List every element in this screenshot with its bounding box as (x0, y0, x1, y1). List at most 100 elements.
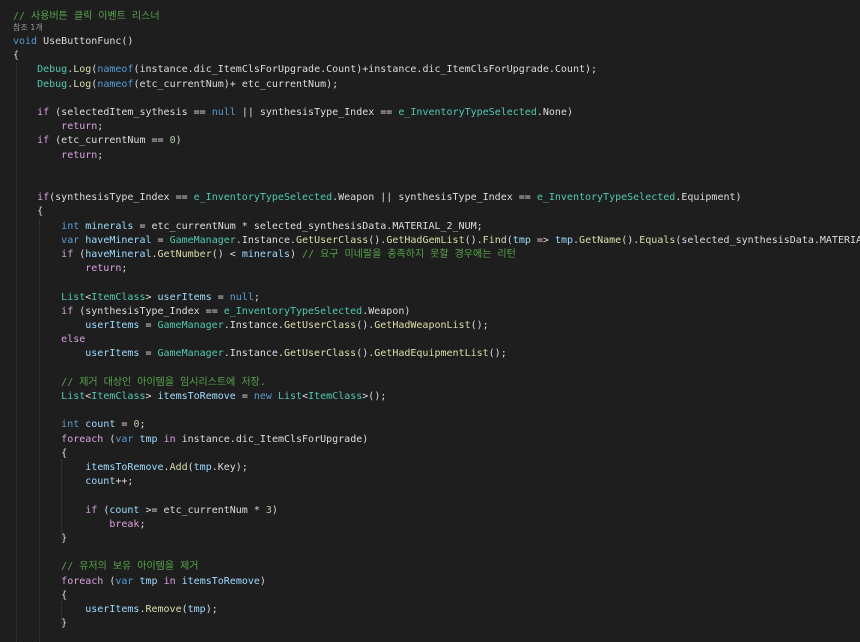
code-token: ) (175, 135, 182, 147)
code-line[interactable]: userItems = GameManager.Instance.GetUser… (13, 319, 488, 333)
code-line[interactable]: if (etc_currentNum == 0) (13, 134, 182, 148)
code-token: ) (290, 249, 303, 260)
code-token: .Equipment) (675, 192, 742, 204)
code-token: instance.dic_ItemClsForUpgrade) (175, 433, 369, 445)
code-line[interactable]: foreach (var tmp in instance.dic_ItemCls… (13, 433, 368, 447)
code-line[interactable]: if (synthesisType_Index == e_InventoryTy… (13, 305, 410, 319)
code-token: => (530, 234, 555, 246)
code-token: tmp (139, 575, 158, 587)
code-token: (synthesisType_Index == (49, 192, 194, 204)
code-token: in (163, 433, 176, 445)
code-token: var (61, 234, 80, 246)
code-line[interactable]: userItems = GameManager.Instance.GetUser… (13, 347, 506, 361)
code-line[interactable]: break; (13, 518, 145, 532)
code-token: ItemClass (91, 391, 146, 402)
code-token: .Instance. (235, 234, 297, 246)
code-token: } (13, 533, 68, 544)
code-token: GetName (579, 234, 622, 246)
code-line[interactable]: count++; (13, 475, 133, 489)
code-token: GetUserClass (283, 348, 357, 360)
code-token: return (85, 263, 122, 275)
code-line[interactable]: userItems.Remove(tmp); (13, 603, 218, 617)
code-token: userItems (85, 604, 140, 615)
code-token: { (13, 50, 20, 62)
codelens-references[interactable]: 참조 1개 (13, 23, 43, 33)
code-token: Debug (37, 64, 68, 76)
code-token: GetHadWeaponList (374, 320, 471, 331)
code-line[interactable]: List<ItemClass> itemsToRemove = new List… (13, 390, 386, 404)
code-token: count (85, 476, 116, 488)
code-line[interactable]: { (13, 589, 67, 603)
code-token: = (115, 419, 134, 431)
code-line[interactable]: else (13, 333, 85, 347)
code-line[interactable]: if(synthesisType_Index == e_InventoryTyp… (13, 191, 742, 205)
code-line[interactable]: Debug.Log(nameof(etc_currentNum)+ etc_cu… (13, 78, 338, 92)
code-token: ; (253, 291, 260, 303)
code-editor[interactable]: 참조 1개 // 사용버튼 클릭 이벤트 리스너 void UseButtonFu… (0, 0, 860, 642)
code-token: // 요구 미네랄을 충족하지 못할 경우에는 리턴 (302, 249, 516, 260)
code-token: ); (205, 604, 218, 615)
code-token: ( (103, 575, 116, 587)
code-token: .Weapon || synthesisType_Index == (332, 192, 537, 204)
code-token: Debug (37, 78, 68, 90)
code-token: (). (368, 234, 387, 246)
code-token: GetHadGemList (386, 234, 465, 246)
code-line[interactable]: var haveMineral = GameManager.Instance.G… (13, 234, 860, 248)
code-token: nameof (97, 78, 134, 90)
code-line[interactable]: return; (13, 262, 127, 276)
code-token: = etc_currentNum * selected_synthesisDat… (133, 220, 483, 232)
code-line[interactable]: void UseButtonFunc() (13, 35, 133, 49)
code-token: // 유저의 보유 아이템을 제거 (61, 561, 199, 573)
code-token: tmp (193, 462, 212, 473)
code-line[interactable]: Debug.Log(nameof(instance.dic_ItemClsFor… (13, 63, 597, 77)
code-token: e_InventoryTypeSelected (193, 192, 333, 204)
code-token: int (61, 419, 80, 431)
code-token: (). (356, 320, 375, 331)
code-line[interactable]: int minerals = etc_currentNum * selected… (13, 220, 483, 234)
code-line[interactable]: int count = 0; (13, 418, 145, 432)
code-token: foreach (61, 575, 104, 587)
code-token: return (61, 149, 98, 161)
code-line[interactable]: return; (13, 149, 103, 163)
code-line[interactable]: { (13, 49, 19, 63)
code-token: UseButtonFunc() (37, 36, 134, 47)
code-token: itemsToRemove (181, 575, 260, 587)
code-token: (). (356, 348, 375, 360)
code-token: = (151, 234, 170, 246)
code-token: break (109, 518, 140, 530)
code-line[interactable]: if (selectedItem_sythesis == null || syn… (13, 106, 573, 120)
code-line[interactable]: // 제거 대상인 아이템을 임시리스트에 저장. (13, 376, 266, 390)
code-line[interactable]: if (haveMineral.GetNumber() < minerals) … (13, 248, 516, 262)
code-line[interactable]: if (count >= etc_currentNum * 3) (13, 504, 278, 518)
code-line[interactable]: { (13, 447, 67, 461)
code-token: Remove (145, 604, 182, 615)
code-line[interactable]: return; (13, 120, 103, 134)
code-line[interactable]: } (13, 532, 67, 546)
code-line[interactable]: } (13, 617, 67, 631)
code-token: List (61, 291, 86, 303)
code-line[interactable]: itemsToRemove.Add(tmp.Key); (13, 461, 248, 475)
code-token: List (61, 391, 86, 402)
code-token: || synthesisType_Index == (235, 107, 399, 118)
code-token: Log (73, 64, 92, 76)
code-token: ) (271, 504, 278, 516)
code-line[interactable]: foreach (var tmp in itemsToRemove) (13, 575, 266, 589)
code-token: ( (97, 504, 110, 516)
code-token: } (13, 618, 68, 630)
code-line[interactable]: // 사용버튼 클릭 이벤트 리스너 (13, 10, 160, 24)
code-token: Add (169, 462, 188, 473)
code-token: ( (103, 433, 116, 445)
code-token: minerals (241, 249, 290, 260)
code-line[interactable]: { (13, 205, 43, 219)
code-line[interactable]: List<ItemClass> userItems = null; (13, 291, 260, 305)
code-token: if (37, 192, 50, 204)
code-token: userItems (85, 320, 140, 331)
code-line[interactable]: // 유저의 보유 아이템을 제거 (13, 560, 199, 574)
